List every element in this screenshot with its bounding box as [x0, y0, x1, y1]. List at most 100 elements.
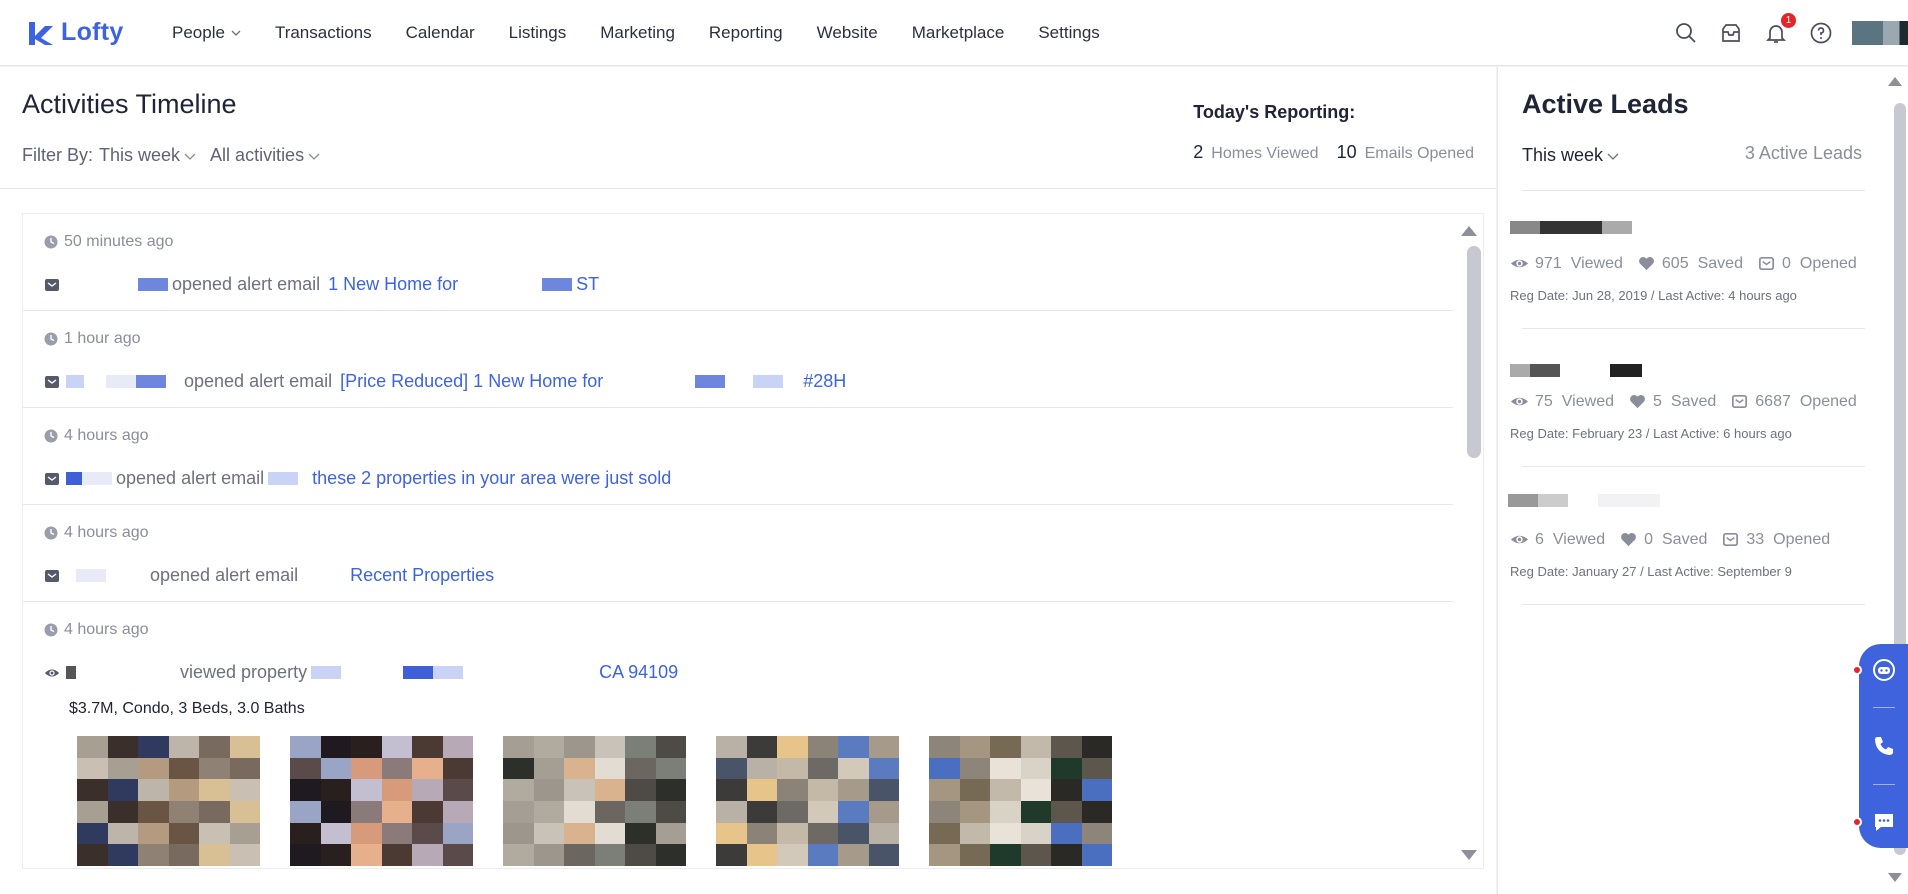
saved-count: 5 [1652, 392, 1662, 410]
activity-filter-dropdown[interactable]: All activities [210, 145, 320, 166]
photo-pixel [716, 844, 747, 866]
photo-pixel [320, 800, 351, 823]
photo-pixel [777, 822, 808, 845]
photo-pixel [929, 779, 960, 801]
phone-button[interactable] [1870, 732, 1898, 760]
photo-pixel [1020, 779, 1051, 801]
photo-pixel [168, 757, 199, 780]
chat-bot-button[interactable] [1851, 656, 1898, 684]
clock-icon [44, 526, 58, 540]
opened-label: Opened [1799, 392, 1857, 410]
activity-link-tail[interactable]: ST [576, 274, 599, 295]
scroll-up-arrow[interactable] [1461, 226, 1477, 236]
period-filter-dropdown[interactable]: This week [99, 145, 196, 166]
photo-pixel [290, 736, 321, 758]
lead-reg-date: Reg Date: January 27 / Last Active: Sept… [1510, 564, 1792, 579]
activity-timeline[interactable]: 50 minutes ago opened alert email 1 New … [22, 213, 1484, 869]
activity-link[interactable]: CA 94109 [599, 662, 678, 683]
photo-pixel [838, 779, 869, 801]
photo-pixel [807, 779, 838, 801]
activity-link-tail[interactable]: #28H [803, 371, 846, 392]
nav-calendar[interactable]: Calendar [406, 23, 475, 43]
redacted-contact [66, 278, 138, 291]
help-icon[interactable] [1808, 20, 1834, 46]
photo-pixel [929, 800, 960, 823]
photo-pixel [442, 844, 473, 866]
photo-pixel [168, 736, 199, 758]
photo-pixel [412, 844, 443, 866]
photo-pixel [533, 736, 564, 758]
photo-pixel [777, 757, 808, 780]
photo-pixel [442, 822, 473, 845]
bell-icon[interactable]: 1 [1763, 13, 1796, 46]
photo-pixel [807, 800, 838, 823]
logo[interactable]: Lofty [26, 18, 146, 48]
photo-pixel [868, 757, 899, 780]
lofty-logo-icon [29, 21, 53, 45]
email-icon [45, 375, 59, 388]
photo-pixel [1081, 822, 1112, 845]
photo-pixel [777, 736, 808, 758]
photo-pixel [777, 800, 808, 823]
scrollbar-thumb[interactable] [1467, 246, 1481, 458]
photo-pixel [868, 800, 899, 823]
redacted-contact [66, 569, 76, 582]
photo-pixel [564, 844, 595, 866]
clock-icon [44, 429, 58, 443]
photo-pixel [959, 736, 990, 758]
nav-listings[interactable]: Listings [509, 23, 567, 43]
photo-pixel [1051, 779, 1082, 801]
nav-people[interactable]: People [172, 23, 241, 43]
photo-pixel [990, 757, 1021, 780]
activity-action: opened alert email [150, 565, 299, 585]
property-photo[interactable] [290, 736, 473, 866]
photo-pixel [533, 822, 564, 845]
property-photo[interactable] [929, 736, 1112, 866]
activity-link[interactable]: these 2 properties in your area were jus… [312, 468, 671, 489]
photo-pixel [77, 822, 108, 845]
inbox-icon[interactable] [1718, 20, 1744, 46]
nav-transactions[interactable]: Transactions [275, 23, 372, 43]
photo-pixel [655, 800, 686, 823]
activity-link[interactable]: 1 New Home for [328, 274, 458, 295]
nav-settings[interactable]: Settings [1038, 23, 1099, 43]
photo-pixel [959, 844, 990, 866]
photo-pixel [320, 822, 351, 845]
nav-reporting[interactable]: Reporting [709, 23, 783, 43]
message-button[interactable] [1851, 808, 1898, 836]
opened-label: Opened [1773, 530, 1831, 548]
activity-time: 1 hour ago [64, 330, 141, 347]
property-photo[interactable] [503, 736, 686, 866]
photo-pixel [168, 822, 199, 845]
support-widget [1851, 644, 1908, 848]
photo-pixel [959, 757, 990, 780]
activity-link[interactable]: [Price Reduced] 1 New Home for [340, 371, 603, 392]
saved-count: 605 [1661, 254, 1689, 272]
nav-website[interactable]: Website [817, 23, 878, 43]
avatar[interactable] [1852, 21, 1908, 45]
scroll-up-arrow[interactable] [1888, 77, 1902, 86]
viewed-label: Viewed [1570, 254, 1623, 272]
leads-period-dropdown[interactable]: This week [1522, 145, 1619, 166]
photo-pixel [564, 757, 595, 780]
homes-viewed-label: Homes Viewed [1211, 145, 1319, 162]
photo-pixel [868, 736, 899, 758]
nav-marketing[interactable]: Marketing [600, 23, 675, 43]
photo-pixel [838, 844, 869, 866]
nav-marketplace[interactable]: Marketplace [912, 23, 1005, 43]
property-photo[interactable] [716, 736, 899, 866]
property-photo[interactable] [77, 736, 260, 866]
photo-pixel [1051, 800, 1082, 823]
viewed-count: 75 [1535, 392, 1553, 410]
scroll-down-arrow[interactable] [1461, 850, 1477, 860]
activity-action: viewed property [180, 662, 308, 682]
photo-pixel [594, 844, 625, 866]
scroll-down-arrow[interactable] [1888, 873, 1902, 882]
redacted-address [433, 666, 464, 679]
opened-count: 33 [1746, 530, 1765, 548]
opened-label: Opened [1799, 254, 1857, 272]
search-icon[interactable] [1673, 20, 1699, 46]
activity-filter-value: All activities [210, 145, 305, 165]
photo-pixel [1081, 800, 1112, 823]
activity-link[interactable]: Recent Properties [350, 565, 494, 586]
